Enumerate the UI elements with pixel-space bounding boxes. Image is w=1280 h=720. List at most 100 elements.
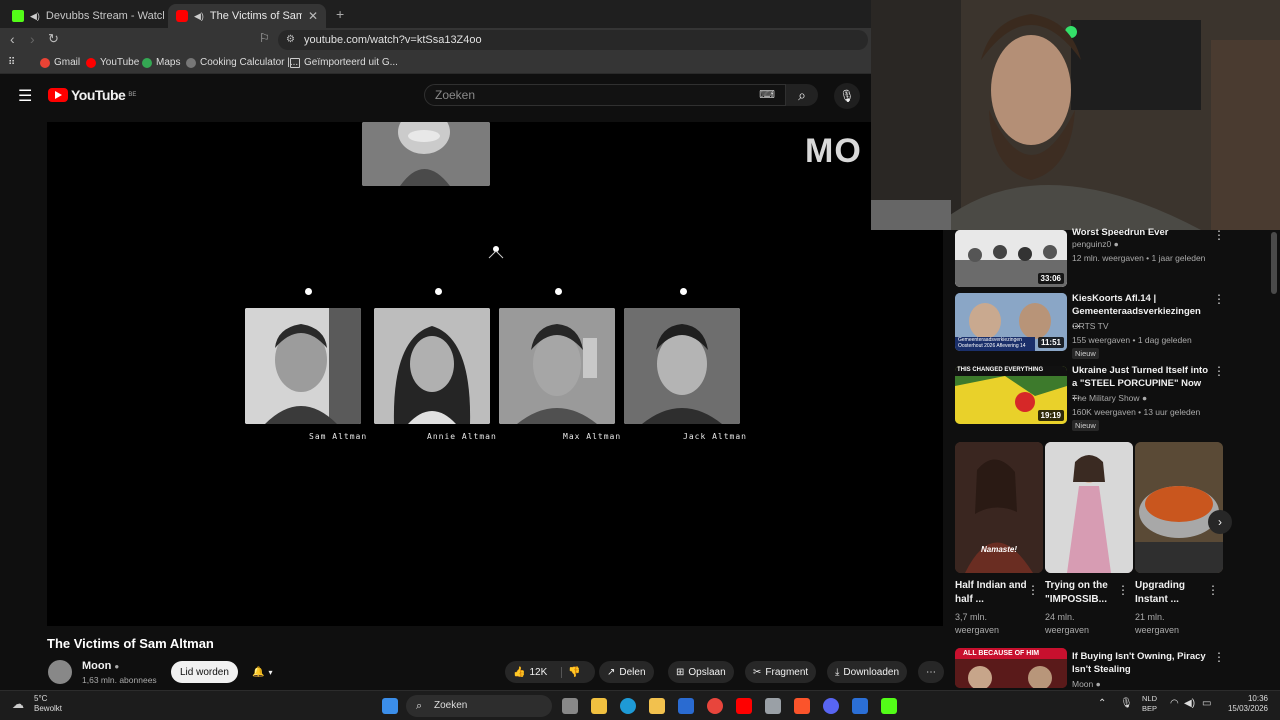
rec-channel[interactable]: ORTS TV [1072,320,1109,333]
overlay-text: MO [805,132,862,170]
chevron-up-icon[interactable]: ⌃ [1098,698,1106,709]
more-options-icon[interactable]: ⋮ [1027,583,1039,597]
save-icon: ⊞ [676,666,685,678]
verified-icon: ● [1095,679,1101,689]
rec-thumbnail[interactable]: 33:06 [955,230,1067,287]
site-info-icon[interactable]: ⚙ [286,30,295,50]
back-icon[interactable]: ‹ [10,31,15,47]
caption-jack-altman: Jack Altman [683,432,747,441]
rec-title[interactable]: Worst Speedrun Ever [1072,226,1210,236]
language-indicator[interactable]: NLD BEP [1142,694,1157,714]
tab-devubbs[interactable]: ◀) Devubbs Stream - Watch Live on [4,4,164,28]
task-view-icon[interactable] [562,698,578,714]
bookmark-imported-folder[interactable]: Geïmporteerd uit G... [290,57,398,68]
share-button[interactable]: ↗ Delen [599,661,654,683]
more-options-icon[interactable]: ⋮ [1117,583,1129,597]
new-tab-button[interactable]: + [336,6,344,22]
short-views: 3,7 mln. weergaven [955,612,1000,635]
chrome-icon[interactable] [707,698,723,714]
more-options-icon[interactable]: ⋮ [1207,583,1219,597]
verified-icon: ● [1141,393,1148,403]
volume-icon[interactable]: ◀) [1184,698,1195,709]
short-title[interactable]: Trying on the "IMPOSSIB... [1045,579,1117,607]
kick-app-icon[interactable] [881,698,897,714]
video-player[interactable]: MO Sam Altman Annie Altman Max Altman Ja… [47,122,943,626]
apps-grid-icon[interactable]: ⠿ [8,57,15,68]
edge-icon[interactable] [620,698,636,714]
menu-icon[interactable]: ☰ [18,86,32,106]
more-options-icon[interactable]: ⋮ [1213,228,1225,242]
rec-thumbnail-caption: Gemeenteraadsverkiezingen Oosterhout 202… [958,337,1026,349]
caption-annie-altman: Annie Altman [427,432,497,441]
rec-thumbnail[interactable]: THIS CHANGED EVERYTHING 19:19 [955,366,1067,424]
wifi-icon[interactable]: ◠ [1170,698,1179,709]
more-options-icon[interactable]: ⋮ [1213,650,1225,664]
calculator-icon[interactable] [765,698,781,714]
tab-label: Devubbs Stream - Watch Live on [45,10,164,22]
save-button[interactable]: ⊞ Opslaan [668,661,734,683]
rec-thumbnail[interactable]: ALL BECAUSE OF HIM [955,648,1067,688]
rec-meta: 12 mln. weergaven • 1 jaar geleden [1072,253,1206,263]
taskbar-search-input[interactable]: ⌕ Zoeken [406,695,552,717]
rec-title[interactable]: If Buying Isn't Owning, Piracy Isn't Ste… [1072,650,1210,676]
app-icon[interactable] [852,698,868,714]
close-tab-icon[interactable]: ✕ [308,9,318,23]
bookmark-gmail[interactable]: Gmail [40,57,80,68]
youtube-play-logo-icon [48,88,68,102]
youtube-logo[interactable]: YouTube BE [48,87,136,103]
portrait-jack-altman [624,308,740,424]
tab-youtube-video[interactable]: ◀) The Victims of Sam Altman - ✕ [168,4,326,28]
download-button[interactable]: ⤓ Downloaden [827,661,908,683]
clock[interactable]: 10:36 15/03/2026 [1222,694,1268,714]
discord-icon[interactable] [823,698,839,714]
join-button[interactable]: Lid worden [171,661,238,683]
file-explorer-icon[interactable] [649,698,665,714]
short-thumbnail[interactable] [1045,442,1133,573]
more-options-icon[interactable]: ⋮ [1213,364,1225,378]
windows-start-icon[interactable] [382,698,398,714]
like-button[interactable]: 👍 12K [513,667,547,678]
clip-button[interactable]: ✂ Fragment [745,661,817,683]
mic-icon[interactable]: 🎙 [1120,698,1133,709]
channel-name-row[interactable]: Moon ● [82,660,119,672]
bookmark-youtube[interactable]: YouTube [86,57,139,68]
channel-avatar[interactable] [48,660,72,684]
shorts-next-button[interactable]: › [1208,510,1232,534]
bookmark-cooking-calculator[interactable]: Cooking Calculator |... [186,57,298,68]
rec-thumbnail[interactable]: Gemeenteraadsverkiezingen Oosterhout 202… [955,293,1067,351]
search-button[interactable]: ⌕ [786,84,818,106]
calculator-app-icon[interactable] [591,698,607,714]
dislike-button[interactable]: 👎 [561,666,581,678]
more-options-icon[interactable]: ⋮ [1213,292,1225,306]
bookmark-maps[interactable]: Maps [142,57,180,68]
chevron-down-icon: ▾ [268,667,273,677]
outlook-icon[interactable] [678,698,694,714]
battery-icon[interactable]: ▭ [1202,698,1211,709]
notifications-button[interactable]: 🔔 ▾ [244,661,280,683]
forward-icon[interactable]: › [30,31,35,47]
short-thumbnail[interactable]: Namaste! [955,442,1043,573]
url-field[interactable]: ⚙ youtube.com/watch?v=ktSsa13Z4oo [278,30,868,50]
more-actions-button[interactable]: ⋯ [918,661,944,683]
rec-channel[interactable]: The Military Show ● [1072,392,1147,405]
keyboard-icon[interactable]: ⌨ [759,85,775,105]
short-thumbnail[interactable] [1135,442,1223,573]
bookmark-icon[interactable]: ⚐ [259,31,270,45]
short-title[interactable]: Upgrading Instant ... [1135,579,1207,607]
weather-widget[interactable]: 5°C Bewolkt [34,694,62,714]
reload-icon[interactable]: ↻ [48,31,59,47]
subscriber-count: 1,63 mln. abonnees [82,675,157,685]
speaker-icon: ◀) [194,10,204,21]
search-input[interactable]: Zoeken ⌨ [424,84,786,106]
short-title[interactable]: Half Indian and half ... [955,579,1027,607]
thumbs-down-icon: 👎 [568,666,581,678]
youtube-app-icon[interactable] [736,698,752,714]
sidebar-scrollbar[interactable] [1271,232,1277,294]
timeline-dot [435,288,442,295]
voice-search-button[interactable]: 🎙 [834,83,860,109]
rec-duration: 19:19 [1037,410,1064,421]
brave-icon[interactable] [794,698,810,714]
rec-channel[interactable]: penguinz0 ● [1072,238,1119,251]
gmail-icon [40,57,50,68]
rec-duration: 11:51 [1037,337,1064,348]
